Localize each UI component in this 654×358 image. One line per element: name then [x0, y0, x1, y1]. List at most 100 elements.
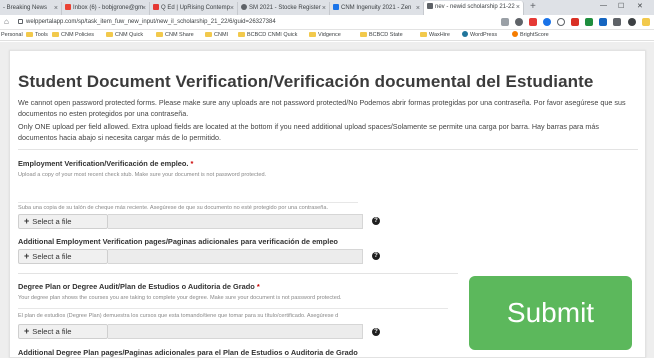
bookmark-item[interactable]: CNM Policies — [52, 31, 94, 40]
form-card: Student Document Verification/Verificaci… — [9, 50, 646, 358]
bookmark-label: WordPress — [470, 32, 498, 38]
bookmark-item[interactable]: CNMI — [205, 31, 228, 40]
degree-plan-help-en: Your degree plan shows the courses you a… — [18, 295, 342, 301]
address-bar[interactable]: welppertalapp.com/sp/task_item_fuw_new_i… — [18, 17, 398, 28]
browser-tab[interactable]: SM 2021 - Stocke Register × — [238, 2, 330, 15]
site-icon — [427, 3, 433, 9]
divider — [18, 202, 358, 203]
label-text: Degree Plan or Degree Audit/Plan de Estu… — [18, 282, 255, 291]
wordpress-icon — [462, 31, 468, 37]
tab-title: - Breaking News — [3, 5, 48, 11]
site-icon — [333, 4, 339, 10]
tab-title: nev - newid scholarship 21-22 — [435, 4, 515, 10]
close-icon[interactable]: × — [516, 1, 520, 14]
degree-plan-file-field[interactable] — [108, 324, 363, 339]
divider — [18, 273, 458, 274]
employment-file-field[interactable] — [108, 214, 363, 229]
bookmark-item[interactable]: CNM Quick — [106, 31, 143, 40]
bookmark-label: CNMI — [214, 32, 229, 38]
brightscore-icon — [512, 31, 518, 37]
close-icon[interactable]: × — [322, 2, 326, 15]
bookmark-label: Personal — [1, 32, 23, 38]
bookmark-label: BCBCD CNMI Quick — [247, 32, 298, 38]
bookmark-item[interactable]: BCBCD CNMI Quick — [238, 31, 297, 40]
new-tab-button[interactable]: + — [530, 1, 536, 12]
bookmark-label: CNM Share — [165, 32, 194, 38]
degree-plan-select-file-button[interactable]: + Select a file — [18, 324, 108, 339]
maximize-icon[interactable]: ☐ — [618, 2, 624, 10]
folder-icon — [420, 32, 427, 37]
extension-icon[interactable] — [529, 18, 537, 26]
divider — [18, 149, 638, 150]
browser-tab[interactable]: CNM Ingenuity 2021 - Zen × — [330, 2, 424, 15]
extension-icon[interactable] — [557, 18, 565, 26]
folder-icon — [26, 32, 33, 37]
folder-icon — [205, 32, 212, 37]
tab-title: CNM Ingenuity 2021 - Zen — [341, 5, 412, 11]
folder-icon — [106, 32, 113, 37]
bookmark-label: Vidgence — [318, 32, 341, 38]
site-icon — [153, 4, 159, 10]
browser-tab[interactable]: Inbox (6) - bobjgrone@gm × — [62, 2, 150, 15]
close-window-icon[interactable]: ✕ — [637, 2, 643, 10]
profile-icon[interactable] — [628, 18, 636, 26]
folder-icon — [360, 32, 367, 37]
site-icon — [241, 4, 247, 10]
extension-icon[interactable] — [599, 18, 607, 26]
home-icon[interactable]: ⌂ — [4, 17, 9, 26]
bookmark-item[interactable]: Vidgence — [309, 31, 341, 40]
extension-icon[interactable] — [571, 18, 579, 26]
bookmark-label: BrightScore — [520, 32, 549, 38]
close-icon[interactable]: × — [54, 2, 58, 15]
folder-icon — [52, 32, 59, 37]
minimize-icon[interactable]: — — [600, 2, 607, 9]
bookmark-item[interactable]: BrightScore — [512, 31, 549, 40]
divider — [18, 308, 448, 309]
bookmarks-bar: Personal Tools CNM Policies CNM Quick CN… — [0, 30, 654, 41]
extension-icon[interactable] — [515, 18, 523, 26]
close-icon[interactable]: × — [142, 2, 146, 15]
help-icon[interactable]: ? — [372, 252, 380, 260]
degree-plan-help-es: El plan de estudios (Degree Plan) demues… — [18, 313, 339, 319]
bookmark-item[interactable]: WaxHire — [420, 31, 450, 40]
additional-employment-select-file-button[interactable]: + Select a file — [18, 249, 108, 264]
employment-select-file-button[interactable]: + Select a file — [18, 214, 108, 229]
page-title: Student Document Verification/Verificaci… — [18, 72, 594, 91]
tab-title: Q Ed | UpRising Contemp — [161, 5, 230, 11]
bookmark-label: BCBCD State — [369, 32, 403, 38]
extension-icon[interactable] — [501, 18, 509, 26]
button-label: Select a file — [32, 217, 72, 226]
bookmark-item[interactable]: WordPress — [462, 31, 497, 40]
extension-icon[interactable] — [543, 18, 551, 26]
browser-tab[interactable]: Q Ed | UpRising Contemp × — [150, 2, 238, 15]
additional-employment-file-field[interactable] — [108, 249, 363, 264]
close-icon[interactable]: × — [230, 2, 234, 15]
extension-icon[interactable] — [585, 18, 593, 26]
lock-icon — [18, 19, 23, 24]
puzzle-icon[interactable] — [613, 18, 621, 26]
help-icon[interactable]: ? — [372, 328, 380, 336]
bookmark-item[interactable]: Personal — [1, 31, 23, 40]
additional-degree-plan-label: Additional Degree Plan pages/Paginas adi… — [18, 348, 358, 357]
bookmark-item[interactable]: BCBCD State — [360, 31, 403, 40]
folder-icon — [309, 32, 316, 37]
bookmark-item[interactable]: Tools — [26, 31, 48, 40]
bookmark-label: Tools — [35, 32, 48, 38]
bookmark-label: CNM Quick — [115, 32, 144, 38]
intro-password-notice: We cannot open password protected forms.… — [18, 98, 626, 118]
browser-tab-active[interactable]: nev - newid scholarship 21-22 × — [424, 1, 524, 15]
help-icon[interactable]: ? — [372, 217, 380, 225]
close-icon[interactable]: × — [416, 2, 420, 15]
bookmark-label: CNM Policies — [61, 32, 95, 38]
gmail-icon — [65, 4, 71, 10]
menu-icon[interactable] — [642, 18, 650, 26]
employment-verification-label: Employment Verification/Verificación de … — [18, 159, 193, 168]
employment-help-en: Upload a copy of your most recent check … — [18, 172, 267, 178]
bookmark-item[interactable]: CNM Share — [156, 31, 194, 40]
tab-title: Inbox (6) - bobjgrone@gm — [73, 5, 144, 11]
submit-button[interactable]: Submit — [469, 276, 632, 350]
required-marker: * — [256, 282, 260, 291]
browser-tab-bar: - Breaking News × Inbox (6) - bobjgrone@g… — [0, 0, 654, 15]
plus-icon: + — [24, 326, 30, 336]
browser-tab[interactable]: - Breaking News × — [0, 2, 62, 15]
